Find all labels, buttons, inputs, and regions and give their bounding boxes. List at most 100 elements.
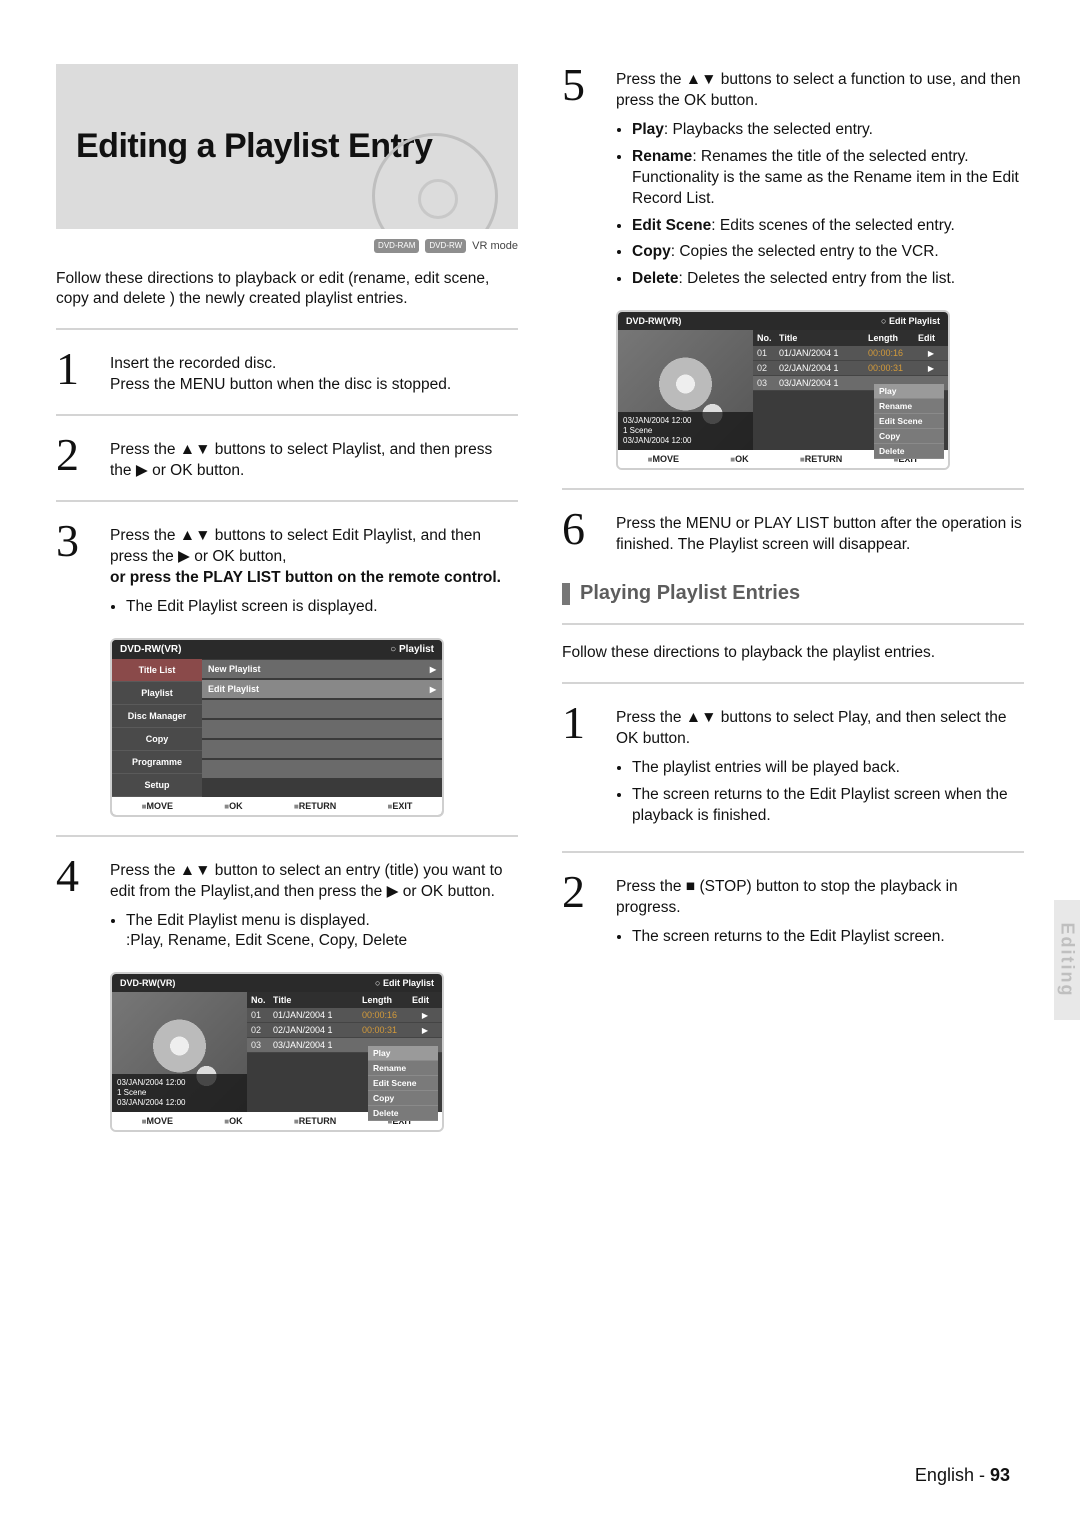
col-title: Title bbox=[779, 333, 868, 343]
osd-footer-ok: OK bbox=[224, 1116, 242, 1126]
step-number: 4 bbox=[56, 855, 96, 896]
row-arrow-icon bbox=[918, 363, 944, 373]
step-6: 6 Press the MENU or PLAY LIST button aft… bbox=[562, 508, 1024, 556]
osd-line-new-playlist: New Playlist bbox=[202, 660, 442, 678]
bullet-text: : Edits scenes of the selected entry. bbox=[711, 217, 955, 234]
osd-menu-title-list: Title List bbox=[112, 659, 202, 682]
step-text-main: Press the ▲▼ buttons to select Edit Play… bbox=[110, 527, 481, 565]
osd-thumbnail: 03/JAN/2004 12:00 1 Scene 03/JAN/2004 12… bbox=[618, 330, 753, 450]
step-number: 2 bbox=[562, 871, 602, 912]
osd-footer-exit: EXIT bbox=[387, 801, 412, 811]
step-text: Press the ▲▼ buttons to select Edit Play… bbox=[110, 520, 518, 624]
chip-dvd-ram: DVD-RAM bbox=[374, 239, 419, 253]
step-3: 3 Press the ▲▼ buttons to select Edit Pl… bbox=[56, 520, 518, 624]
bullet-text: : Playbacks the selected entry. bbox=[664, 121, 873, 138]
osd-table: No. Title Length Edit 01 01/JAN/2004 1 0… bbox=[753, 330, 948, 450]
divider bbox=[562, 851, 1024, 853]
bullet-label: Play bbox=[632, 121, 664, 138]
osd-table-header: No. Title Length Edit bbox=[753, 330, 948, 346]
osd-menu-playlist: Playlist bbox=[112, 682, 202, 705]
step-number: 1 bbox=[562, 702, 602, 743]
osd-thumb-line1: 03/JAN/2004 12:00 bbox=[117, 1078, 242, 1088]
step-4: 4 Press the ▲▼ button to select an entry… bbox=[56, 855, 518, 959]
section2-intro: Follow these directions to playback the … bbox=[562, 643, 1024, 664]
step-number: 1 bbox=[56, 348, 96, 389]
osd-line-blank bbox=[202, 720, 442, 738]
step-bullet: The playlist entries will be played back… bbox=[632, 758, 1024, 779]
osd-menu-programme: Programme bbox=[112, 751, 202, 774]
ctx-rename: Rename bbox=[368, 1061, 438, 1076]
bullet-label: Edit Scene bbox=[632, 217, 711, 234]
osd-thumb-meta: 03/JAN/2004 12:00 1 Scene 03/JAN/2004 12… bbox=[112, 1074, 247, 1112]
step-text-main: Press the ▲▼ buttons to select a functio… bbox=[616, 71, 1021, 109]
row-no: 02 bbox=[251, 1025, 273, 1035]
ctx-play: Play bbox=[368, 1046, 438, 1061]
ctx-copy: Copy bbox=[874, 429, 944, 444]
step-number: 2 bbox=[56, 434, 96, 475]
row-length: 00:00:31 bbox=[362, 1025, 412, 1035]
osd-footer-ok: OK bbox=[224, 801, 242, 811]
step-5: 5 Press the ▲▼ buttons to select a funct… bbox=[562, 64, 1024, 296]
heading-label: Playing Playlist Entries bbox=[580, 582, 800, 605]
chip-dvd-rw: DVD-RW bbox=[425, 239, 466, 253]
col-length: Length bbox=[868, 333, 918, 343]
ctx-copy: Copy bbox=[368, 1091, 438, 1106]
osd-menu-setup: Setup bbox=[112, 774, 202, 797]
step-bullet: The screen returns to the Edit Playlist … bbox=[632, 785, 1024, 827]
ctx-delete: Delete bbox=[874, 444, 944, 459]
step-text-main: Press the ▲▼ button to select an entry (… bbox=[110, 862, 503, 900]
intro-paragraph: Follow these directions to playback or e… bbox=[56, 269, 518, 311]
osd-header-right: Edit Playlist bbox=[375, 978, 434, 988]
title-box: Editing a Playlist Entry bbox=[56, 64, 518, 229]
step-text: Press the MENU or PLAY LIST button after… bbox=[616, 508, 1024, 556]
step-number: 6 bbox=[562, 508, 602, 549]
manual-page: Editing Editing a Playlist Entry DVD-RAM… bbox=[0, 0, 1080, 1526]
osd-header-left: DVD-RW(VR) bbox=[626, 316, 681, 326]
row-length: 00:00:16 bbox=[868, 348, 918, 358]
row-length: 00:00:16 bbox=[362, 1010, 412, 1020]
left-column: Editing a Playlist Entry DVD-RAM DVD-RW … bbox=[56, 64, 518, 1140]
osd-context-menu: Play Rename Edit Scene Copy Delete bbox=[874, 384, 944, 459]
arrow-icon bbox=[430, 684, 436, 694]
osd-footer-return: RETURN bbox=[800, 454, 842, 464]
osd-header-right: Edit Playlist bbox=[881, 316, 940, 326]
step-text: Press the ▲▼ buttons to select Playlist,… bbox=[110, 434, 518, 482]
col-edit: Edit bbox=[918, 333, 944, 343]
osd-line-blank bbox=[202, 740, 442, 758]
ctx-play: Play bbox=[874, 384, 944, 399]
row-no: 02 bbox=[757, 363, 779, 373]
osd-footer: MOVE OK RETURN EXIT bbox=[112, 797, 442, 815]
osd-menu-disc-manager: Disc Manager bbox=[112, 705, 202, 728]
osd-line-blank bbox=[202, 700, 442, 718]
osd-thumb-line1: 03/JAN/2004 12:00 bbox=[623, 416, 748, 426]
step-text-main: Press the ■ (STOP) button to stop the pl… bbox=[616, 878, 958, 916]
osd-edit-playlist: DVD-RW(VR) Edit Playlist 03/JAN/2004 12:… bbox=[110, 972, 444, 1132]
osd-header: DVD-RW(VR) Edit Playlist bbox=[618, 312, 948, 330]
step-number: 5 bbox=[562, 64, 602, 105]
bullet-label: Rename bbox=[632, 148, 692, 165]
section2-step-2: 2 Press the ■ (STOP) button to stop the … bbox=[562, 871, 1024, 954]
footer-language: English bbox=[915, 1465, 974, 1485]
page-footer: English - 93 bbox=[915, 1465, 1010, 1486]
divider bbox=[56, 328, 518, 330]
step-text: Press the ■ (STOP) button to stop the pl… bbox=[616, 871, 1024, 954]
right-column: 5 Press the ▲▼ buttons to select a funct… bbox=[562, 64, 1024, 1140]
step-text-main: Press the ▲▼ buttons to select Play, and… bbox=[616, 709, 1007, 747]
divider bbox=[562, 488, 1024, 490]
row-title: 03/JAN/2004 1 bbox=[779, 378, 868, 388]
step-bullets: The screen returns to the Edit Playlist … bbox=[616, 927, 1024, 948]
row-no: 03 bbox=[757, 378, 779, 388]
ctx-rename: Rename bbox=[874, 399, 944, 414]
step-text-bold: or press the PLAY LIST button on the rem… bbox=[110, 569, 501, 586]
divider bbox=[56, 500, 518, 502]
footer-sep: - bbox=[974, 1465, 990, 1485]
divider bbox=[562, 623, 1024, 625]
step-text: Insert the recorded disc. Press the MENU… bbox=[110, 348, 518, 396]
osd-header-left: DVD-RW(VR) bbox=[120, 644, 181, 655]
col-title: Title bbox=[273, 995, 362, 1005]
osd-table-row: 02 02/JAN/2004 1 00:00:31 bbox=[247, 1023, 442, 1038]
step-number: 3 bbox=[56, 520, 96, 561]
bullet-label: Delete bbox=[632, 270, 679, 287]
osd-thumb-meta: 03/JAN/2004 12:00 1 Scene 03/JAN/2004 12… bbox=[618, 412, 753, 450]
section-heading: Playing Playlist Entries bbox=[562, 582, 1024, 605]
